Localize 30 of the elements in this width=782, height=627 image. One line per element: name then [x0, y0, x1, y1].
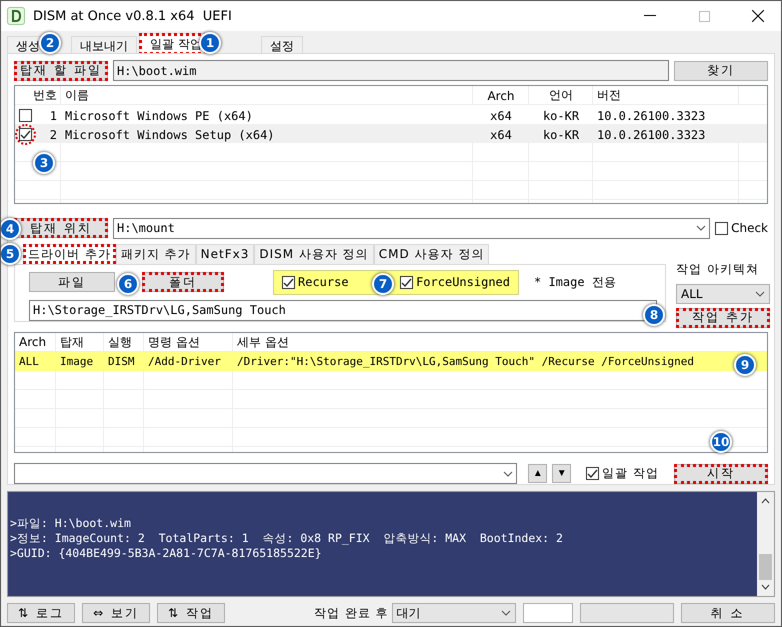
table-cell: 1 — [50, 108, 57, 122]
callout-tooltip: 1 — [199, 32, 221, 54]
window-title: DISM at Once v0.8.1 x64 UEFI — [33, 8, 233, 24]
table-cell: /Driver:"H:\Storage_IRSTDrv\LG,SamSung Touch" /Recurse /ForceUnsigned — [237, 354, 694, 368]
callout-tooltip: 2 — [39, 32, 61, 54]
table-cell: Image — [60, 354, 94, 368]
architecture-label: 작업 아키텍쳐 — [676, 260, 760, 278]
table-cell: /Add-Driver — [148, 354, 221, 368]
note-text: * Image 전용 — [534, 274, 616, 291]
callout-tooltip: 4 — [1, 218, 21, 240]
table-cell: 2 — [50, 128, 57, 142]
checkbox-label: 일괄 작업 — [602, 465, 659, 482]
log-line: >파일: H:\boot.wim — [10, 516, 132, 531]
table-cell: 10.0.26100.3323 — [597, 128, 706, 142]
log-line: >정보: ImageCount: 2 TotalParts: 1 속성: 0x8 RP_FIX 압축방식: MAX BootIndex: 2 — [10, 531, 564, 546]
table-cell: DISM — [108, 354, 134, 368]
table-cell: ALL — [19, 354, 39, 368]
table-cell: Microsoft Windows Setup (x64) — [65, 128, 275, 142]
table-cell: 10.0.26100.3323 — [597, 108, 706, 122]
callout-tooltip: 5 — [1, 243, 21, 265]
checkbox-label: Recurse — [298, 275, 349, 290]
table-cell: ko-KR — [542, 128, 580, 142]
log-line: >GUID: {404BE499-5B3A-2A81-7C7A-81765185522E} — [10, 546, 323, 561]
checkbox-label: Check — [731, 221, 768, 236]
checkbox-label: ForceUnsigned — [416, 275, 510, 290]
after-task-label: 작업 완료 후 — [314, 604, 389, 622]
table-cell: x64 — [490, 128, 512, 142]
table-cell: x64 — [490, 108, 512, 122]
table-cell: ko-KR — [542, 108, 580, 122]
table-cell: Microsoft Windows PE (x64) — [65, 108, 253, 122]
